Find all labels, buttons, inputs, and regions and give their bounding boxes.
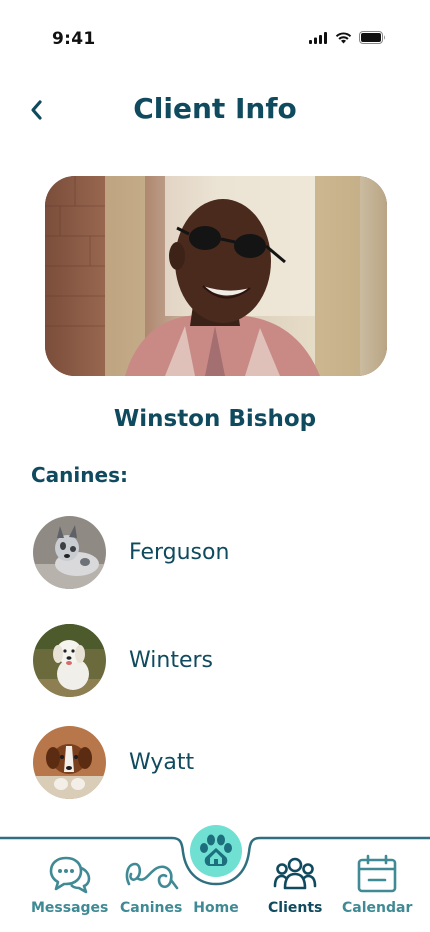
home-button[interactable] xyxy=(190,825,242,877)
status-icons xyxy=(309,31,386,44)
canine-name: Wyatt xyxy=(129,749,195,775)
client-name: Winston Bishop xyxy=(113,406,317,432)
wifi-icon xyxy=(335,31,352,43)
canine-name: Winters xyxy=(129,647,213,673)
canine-name: Ferguson xyxy=(129,539,230,565)
canine-item-wyatt[interactable]: Wyatt xyxy=(33,725,393,799)
canine-avatar xyxy=(33,725,106,799)
nav-item-messages[interactable]: Messages xyxy=(31,854,108,916)
nav-item-clients[interactable]: Clients xyxy=(268,854,322,916)
canines-heading: Canines: xyxy=(31,463,128,487)
dog-photo-image xyxy=(33,515,106,589)
calendar-icon xyxy=(357,854,397,893)
status-bar: 9:41 xyxy=(0,0,430,70)
leash-icon xyxy=(125,862,179,890)
messages-icon xyxy=(49,856,90,894)
client-photo xyxy=(45,176,387,376)
status-time: 9:41 xyxy=(52,29,96,49)
nav-item-calendar[interactable]: Calendar xyxy=(342,854,412,916)
clients-icon xyxy=(273,857,317,890)
canine-avatar xyxy=(33,623,106,697)
header: Client Info xyxy=(0,80,430,140)
cellular-signal-icon xyxy=(309,31,327,44)
nav-label: Messages xyxy=(31,900,109,916)
battery-icon xyxy=(359,31,385,44)
canine-item-winters[interactable]: Winters xyxy=(33,623,393,697)
dog-photo-image xyxy=(33,623,106,697)
nav-label: Clients xyxy=(268,900,323,916)
nav-item-canines[interactable]: Canines xyxy=(120,854,182,916)
page-title: Client Info xyxy=(133,92,297,125)
nav-label: Calendar xyxy=(342,900,413,916)
nav-label: Canines xyxy=(120,900,183,916)
canine-item-ferguson[interactable]: Ferguson xyxy=(33,515,393,589)
dog-photo-image xyxy=(33,725,106,799)
nav-item-home-label[interactable]: Home xyxy=(190,900,242,916)
client-portrait-image xyxy=(45,176,387,376)
paw-home-icon xyxy=(200,834,232,866)
canine-avatar xyxy=(33,515,106,589)
